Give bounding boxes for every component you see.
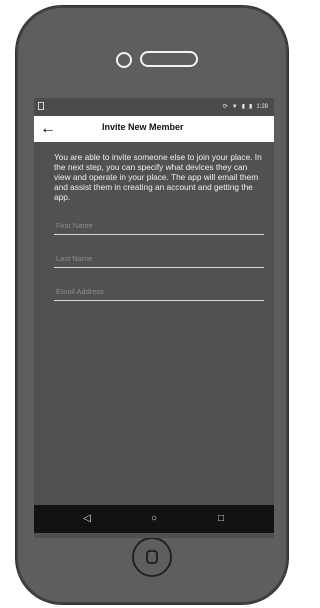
wifi-icon: ▼ — [231, 104, 238, 110]
status-time: 1:28 — [256, 104, 268, 110]
last-name-field[interactable] — [54, 249, 268, 268]
invite-form: You are able to invite someone else to j… — [54, 152, 268, 301]
home-circle-icon[interactable]: ○ — [147, 512, 161, 526]
intro-text: You are able to invite someone else to j… — [54, 152, 262, 202]
status-icons: ⟳ ▼ ▮ ▮ 1:28 — [223, 102, 268, 112]
battery-icon: ▮ — [249, 104, 253, 110]
android-nav-bar: ◁ ○ □ — [34, 505, 274, 533]
back-triangle-icon[interactable]: ◁ — [80, 512, 94, 526]
recents-square-icon[interactable]: □ — [214, 512, 228, 526]
first-name-field[interactable] — [54, 216, 268, 235]
sync-icon: ⟳ — [222, 104, 228, 110]
signal-icon: ▮ — [241, 104, 245, 110]
home-button-icon — [146, 550, 158, 564]
speaker-grille — [140, 51, 198, 67]
camera-icon — [116, 52, 132, 68]
status-bar: ⟳ ▼ ▮ ▮ 1:28 — [34, 98, 274, 116]
last-name-input[interactable] — [54, 249, 268, 267]
first-name-input[interactable] — [54, 216, 268, 234]
page-title: Invite New Member — [102, 122, 184, 132]
app-bar: ← Invite New Member — [34, 116, 274, 142]
email-field[interactable] — [54, 282, 268, 301]
notification-icon — [38, 102, 44, 110]
app-screen: ⟳ ▼ ▮ ▮ 1:28 ← Invite New Member You are… — [34, 98, 274, 538]
email-input[interactable] — [54, 282, 268, 300]
arrow-left-icon[interactable]: ← — [40, 118, 62, 140]
hardware-home-button[interactable] — [132, 537, 172, 577]
